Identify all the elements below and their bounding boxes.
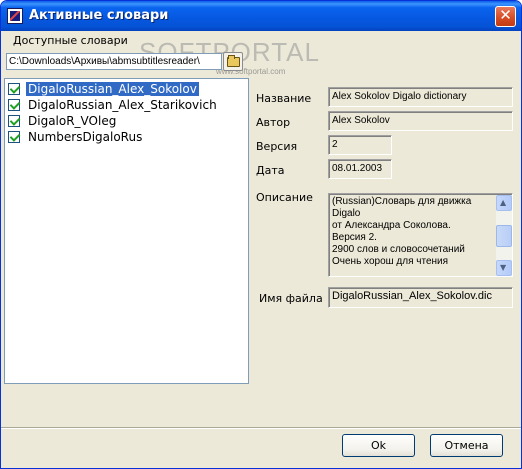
description-line: от Александра Соколова.	[332, 220, 451, 231]
scroll-down-button[interactable]: ▼	[496, 260, 512, 276]
chevron-up-icon: ▲	[500, 198, 507, 207]
scroll-thumb[interactable]	[496, 225, 512, 247]
title-bar[interactable]: Активные словари ✕	[1, 1, 521, 31]
list-item[interactable]: DigaloRussian_Alex_Sokolov	[8, 82, 246, 97]
cancel-button[interactable]: Отмена	[430, 434, 503, 457]
version-label: Версия	[256, 140, 298, 153]
list-item-label: DigaloR_VOleg	[28, 114, 117, 128]
author-field: Alex Sokolov	[328, 111, 513, 131]
chevron-down-icon: ▼	[500, 263, 507, 272]
checkbox[interactable]	[8, 131, 20, 143]
list-item-label: NumbersDigaloRus	[28, 130, 143, 144]
version-field: 2	[328, 135, 392, 155]
date-field: 08.01.2003	[328, 159, 392, 179]
description-line: Digalo	[332, 208, 361, 219]
ok-button[interactable]: Ok	[342, 434, 415, 457]
list-item-label: DigaloRussian_Alex_Starikovich	[28, 98, 217, 112]
filename-field: DigaloRussian_Alex_Sokolov.dic	[328, 287, 513, 308]
description-line: 2900 слов и словосочетаний	[332, 244, 465, 255]
filename-label: Имя файла	[259, 292, 323, 305]
name-label: Название	[256, 92, 312, 105]
browse-folder-button[interactable]	[223, 52, 243, 71]
list-item[interactable]: NumbersDigaloRus	[8, 130, 246, 145]
folder-open-icon	[227, 55, 240, 67]
dictionary-list[interactable]: DigaloRussian_Alex_Sokolov DigaloRussian…	[4, 78, 249, 384]
list-item[interactable]: DigaloRussian_Alex_Starikovich	[8, 98, 246, 113]
bottom-separator	[1, 427, 521, 429]
dictionary-path-field[interactable]: C:\Downloads\Архивы\abmsubtitlesreader\	[6, 53, 222, 70]
scroll-up-button[interactable]: ▲	[496, 195, 512, 211]
close-button[interactable]: ✕	[495, 6, 516, 27]
checkbox[interactable]	[8, 99, 20, 111]
active-dictionaries-dialog: Активные словари ✕ Доступные словари SOF…	[0, 0, 522, 469]
available-dictionaries-label: Доступные словари	[13, 34, 128, 47]
description-memo[interactable]: (Russian)Словарь для движка Digalo от Ал…	[328, 193, 513, 277]
description-text: (Russian)Словарь для движка Digalo от Ал…	[332, 196, 494, 268]
list-item[interactable]: DigaloR_VOleg	[8, 114, 246, 129]
description-label: Описание	[256, 191, 313, 204]
description-line: Версия 2.	[332, 232, 377, 243]
checkbox[interactable]	[8, 83, 20, 95]
window-title: Активные словари	[29, 8, 169, 23]
checkbox[interactable]	[8, 115, 20, 127]
close-icon: ✕	[499, 6, 512, 24]
name-field: Alex Sokolov Digalo dictionary	[328, 87, 513, 107]
author-label: Автор	[256, 116, 291, 129]
list-item-label: DigaloRussian_Alex_Sokolov	[26, 82, 199, 96]
app-icon	[7, 8, 23, 24]
description-scrollbar[interactable]: ▲ ▼	[496, 195, 512, 276]
description-line: (Russian)Словарь для движка	[332, 196, 472, 207]
date-label: Дата	[256, 164, 285, 177]
description-line: Очень хорош для чтения	[332, 256, 449, 267]
